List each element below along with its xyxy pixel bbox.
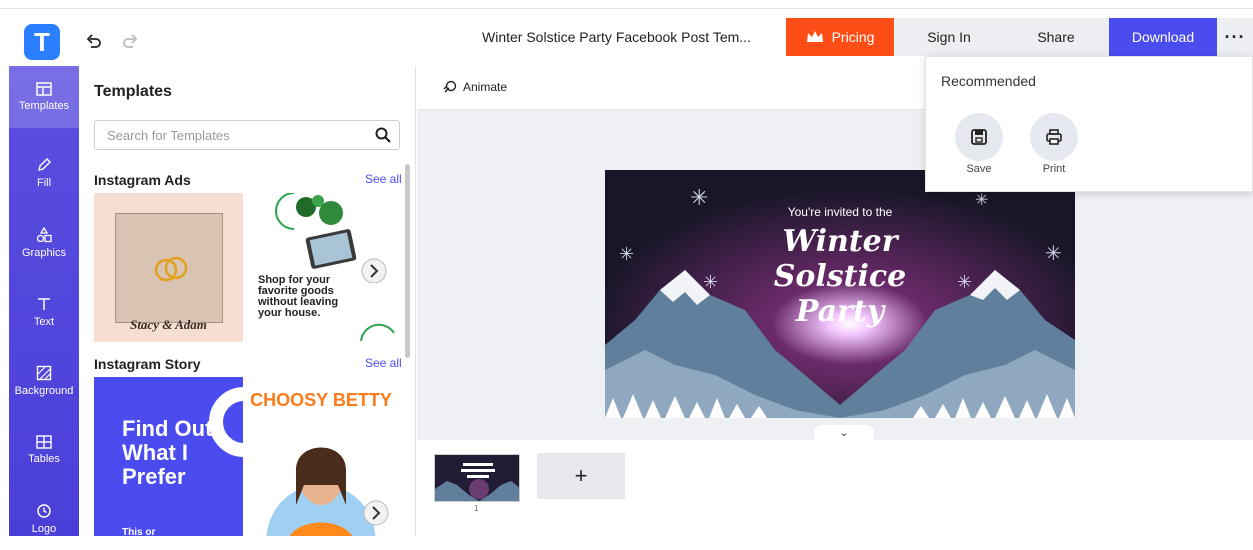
sidebar-item-graphics[interactable]: Graphics (9, 212, 79, 274)
sidebar-item-label: Logo (31, 523, 57, 535)
see-all-link[interactable]: See all (365, 172, 402, 186)
animate-icon (443, 80, 457, 93)
undo-icon[interactable] (84, 32, 104, 52)
invite-text[interactable]: You're invited to the (605, 205, 1075, 219)
share-button[interactable]: Share (1003, 18, 1109, 56)
sidebar-item-text[interactable]: Text (9, 281, 79, 343)
pricing-button[interactable]: Pricing (786, 18, 894, 56)
app-logo[interactable]: T (24, 24, 60, 60)
search-icon[interactable] (373, 125, 393, 145)
animate-button[interactable]: Animate (443, 80, 507, 94)
sidebar-item-fill[interactable]: Fill (9, 142, 79, 204)
search-input[interactable] (95, 121, 365, 149)
logo-icon (37, 504, 51, 518)
sidebar-item-tables[interactable]: Tables (9, 419, 79, 481)
save-label: Save (966, 163, 992, 175)
templates-panel: Templates Instagram Ads See all Stacy & … (79, 66, 416, 536)
card-frame (115, 213, 223, 323)
background-icon (36, 365, 52, 381)
animate-label: Animate (463, 80, 508, 94)
sign-in-button[interactable]: Sign In (895, 18, 1003, 56)
print-button[interactable] (1030, 113, 1078, 161)
thumbnail-preview (435, 455, 519, 501)
pricing-label: Pricing (831, 29, 875, 45)
print-icon (1046, 129, 1062, 145)
top-border (0, 0, 1253, 9)
title-line[interactable]: Party (605, 295, 1075, 329)
crown-icon (806, 31, 823, 42)
template-card[interactable]: Stacy & Adam (94, 193, 243, 342)
sidebar-item-label: Graphics (21, 247, 67, 259)
shapes-icon (36, 227, 52, 243)
panel-title: Templates (94, 83, 172, 100)
page-thumbnail[interactable] (434, 454, 520, 502)
see-all-link[interactable]: See all (365, 356, 402, 370)
card-headline: Find Out What I Prefer (122, 416, 213, 489)
sidebar-item-background[interactable]: Background (9, 350, 79, 412)
download-menu: Recommended Save Print (925, 56, 1253, 192)
template-card[interactable]: CHOOSY BETTY (246, 377, 396, 536)
pencil-icon (38, 158, 51, 171)
search-box (94, 120, 400, 150)
green-arc-decoration (360, 323, 395, 342)
text-icon (38, 298, 50, 310)
save-icon (971, 129, 987, 145)
download-button[interactable]: Download (1109, 18, 1217, 56)
template-card[interactable]: Find Out What I Prefer This or (94, 377, 243, 536)
panel-scrollbar[interactable] (405, 164, 410, 358)
sidebar-item-logo[interactable]: Logo (9, 488, 79, 550)
plants-illustration (275, 193, 387, 283)
templates-icon (36, 82, 52, 96)
document-title[interactable]: Winter Solstice Party Facebook Post Tem.… (482, 29, 751, 45)
page-number: 1 (474, 504, 479, 513)
card-brand: CHOOSY BETTY (250, 390, 392, 410)
save-button[interactable] (955, 113, 1003, 161)
section-title-instagram-ads: Instagram Ads (94, 172, 191, 188)
more-options-button[interactable]: ··· (1217, 18, 1253, 56)
portrait-illustration (266, 447, 389, 536)
section-title-instagram-story: Instagram Story (94, 356, 201, 372)
card-script-name: Stacy & Adam (130, 317, 207, 332)
sidebar-item-label: Text (33, 316, 55, 328)
add-page-button[interactable]: + (537, 453, 625, 499)
sidebar-item-label: Background (14, 385, 74, 397)
sidebar-item-label: Fill (36, 177, 52, 189)
card-footer-text: This or (122, 527, 156, 536)
design-canvas[interactable]: ✳ ✳ ✳ ✳ ✳ ✳ You're invited to the Winter… (605, 170, 1075, 418)
sidebar-item-label: Templates (18, 100, 70, 112)
sidebar-item-templates[interactable]: Templates (9, 66, 79, 128)
template-card[interactable]: Shop for your favorite goods without lea… (246, 193, 396, 342)
page-filmstrip: 1 + (417, 440, 1253, 536)
sidebar-item-label: Tables (28, 453, 60, 465)
title-line[interactable]: Winter (605, 225, 1075, 259)
card-headline: Shop for your favorite goods without lea… (258, 274, 339, 319)
sidebar: Templates Fill Graphics Text Background … (9, 66, 79, 536)
table-icon (36, 435, 52, 449)
title-line[interactable]: Solstice (605, 260, 1075, 294)
rings-icon (154, 256, 188, 282)
chevron-down-icon[interactable]: ⌄ (814, 425, 874, 441)
download-menu-title: Recommended (941, 73, 1036, 89)
print-label: Print (1042, 163, 1066, 175)
redo-icon[interactable] (120, 32, 140, 52)
